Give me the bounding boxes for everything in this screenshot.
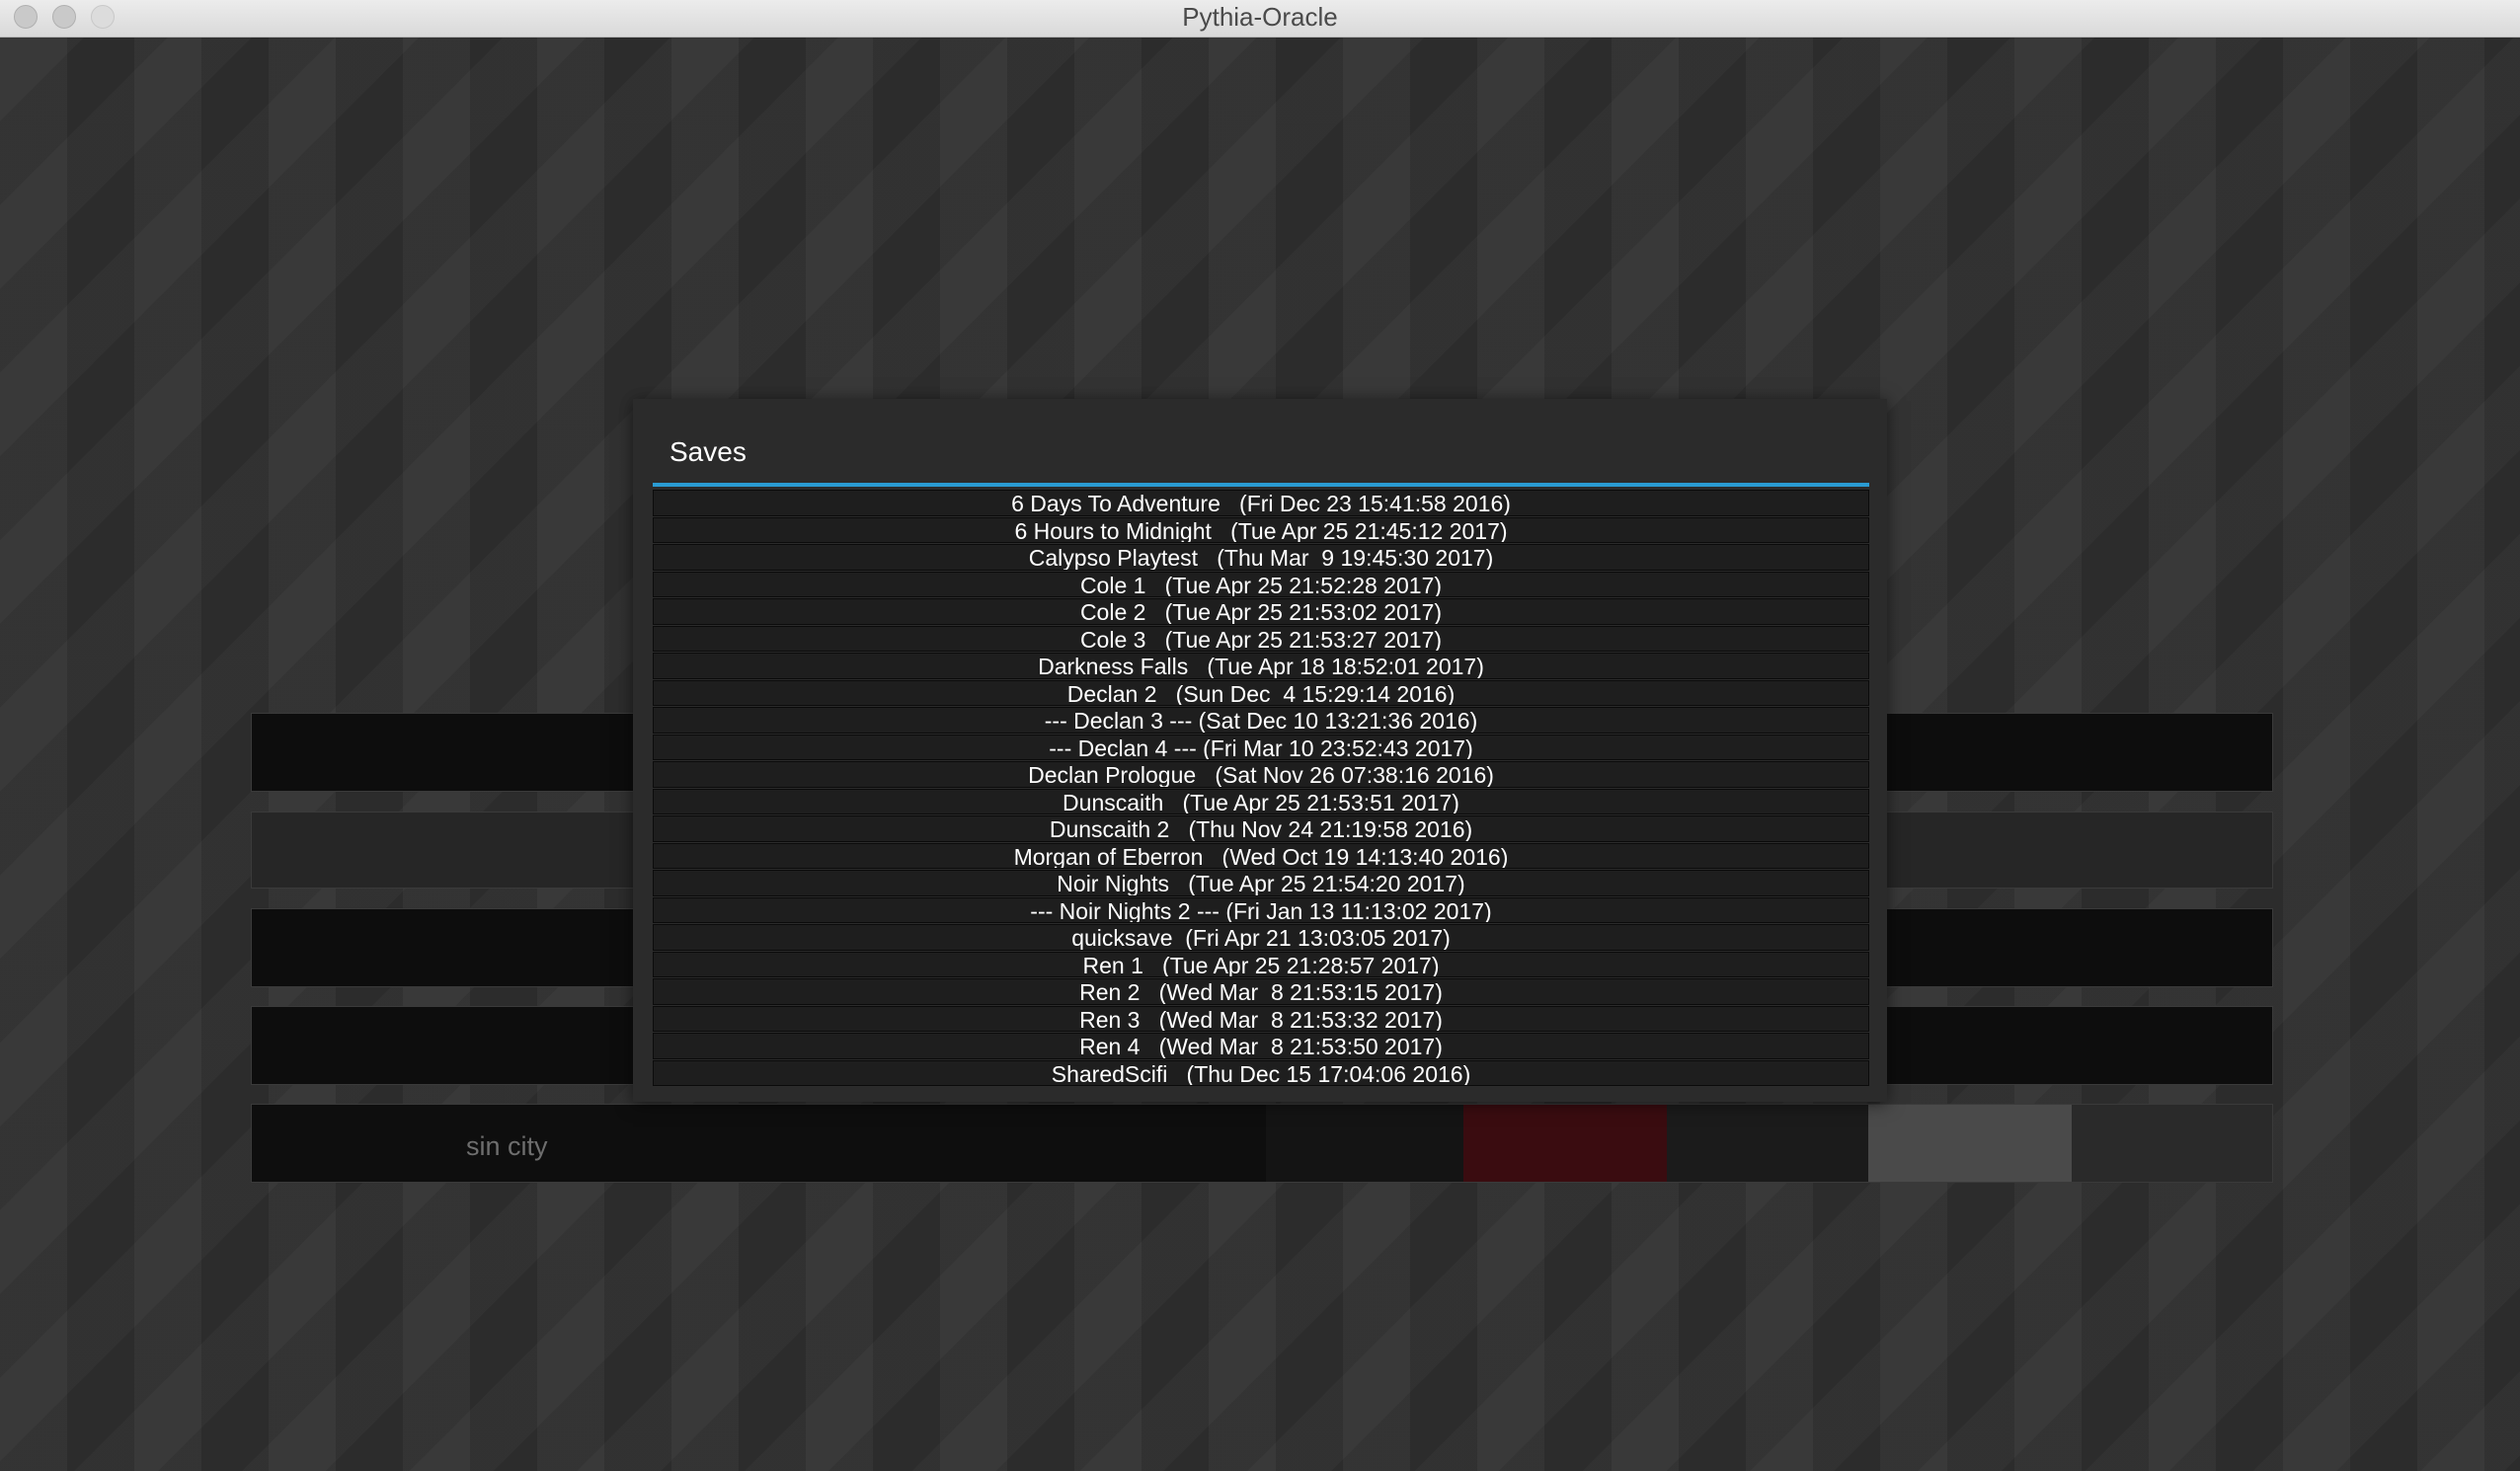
color-swatch-4 — [1868, 1105, 2072, 1182]
save-item[interactable]: Noir Nights (Tue Apr 25 21:54:20 2017) — [653, 870, 1869, 896]
saves-list: 6 Days To Adventure (Fri Dec 23 15:41:58… — [653, 490, 1869, 1087]
window-title: Pythia-Oracle — [1182, 2, 1338, 32]
save-item[interactable]: --- Declan 3 --- (Sat Dec 10 13:21:36 20… — [653, 707, 1869, 734]
dialog-title: Saves — [669, 436, 747, 467]
save-item[interactable]: Ren 3 (Wed Mar 8 21:53:32 2017) — [653, 1005, 1869, 1032]
color-swatch-2 — [1463, 1105, 1667, 1182]
campaign-label: sin city — [466, 1131, 548, 1161]
save-item[interactable]: Cole 3 (Tue Apr 25 21:53:27 2017) — [653, 625, 1869, 652]
save-item[interactable]: Cole 2 (Tue Apr 25 21:53:02 2017) — [653, 598, 1869, 625]
save-item[interactable]: Cole 1 (Tue Apr 25 21:52:28 2017) — [653, 571, 1869, 597]
save-item[interactable]: Ren 1 (Tue Apr 25 21:28:57 2017) — [653, 951, 1869, 977]
save-item[interactable]: 6 Hours to Midnight (Tue Apr 25 21:45:12… — [653, 516, 1869, 543]
color-swatch-1 — [1266, 1105, 1463, 1182]
dialog-title-underline — [653, 483, 1869, 487]
color-swatch-5 — [2072, 1105, 2272, 1182]
save-item[interactable]: Ren 4 (Wed Mar 8 21:53:50 2017) — [653, 1033, 1869, 1059]
save-item[interactable]: Declan Prologue (Sat Nov 26 07:38:16 201… — [653, 761, 1869, 788]
save-item[interactable]: Dunscaith 2 (Thu Nov 24 21:19:58 2016) — [653, 815, 1869, 842]
save-item[interactable]: Darkness Falls (Tue Apr 18 18:52:01 2017… — [653, 653, 1869, 679]
save-item[interactable]: --- Declan 4 --- (Fri Mar 10 23:52:43 20… — [653, 734, 1869, 760]
app-window: Pythia-Oracle sin city Saves 6 Days To A… — [0, 0, 2520, 1471]
saves-dialog: Saves 6 Days To Adventure (Fri Dec 23 15… — [633, 399, 1887, 1102]
save-item[interactable]: 6 Days To Adventure (Fri Dec 23 15:41:58… — [653, 490, 1869, 516]
save-item[interactable]: Morgan of Eberron (Wed Oct 19 14:13:40 2… — [653, 842, 1869, 869]
title-bar: Pythia-Oracle — [0, 0, 2520, 38]
save-item[interactable]: quicksave (Fri Apr 21 13:03:05 2017) — [653, 924, 1869, 951]
save-item[interactable]: Declan 2 (Sun Dec 4 15:29:14 2016) — [653, 679, 1869, 706]
save-item[interactable]: Ren 2 (Wed Mar 8 21:53:15 2017) — [653, 978, 1869, 1005]
color-swatch-3 — [1667, 1105, 1868, 1182]
save-item[interactable]: Calypso Playtest (Thu Mar 9 19:45:30 201… — [653, 544, 1869, 571]
save-item[interactable]: SharedScifi (Thu Dec 15 17:04:06 2016) — [653, 1059, 1869, 1086]
save-item[interactable]: --- Noir Nights 2 --- (Fri Jan 13 11:13:… — [653, 896, 1869, 923]
save-item[interactable]: Dunscaith (Tue Apr 25 21:53:51 2017) — [653, 788, 1869, 814]
